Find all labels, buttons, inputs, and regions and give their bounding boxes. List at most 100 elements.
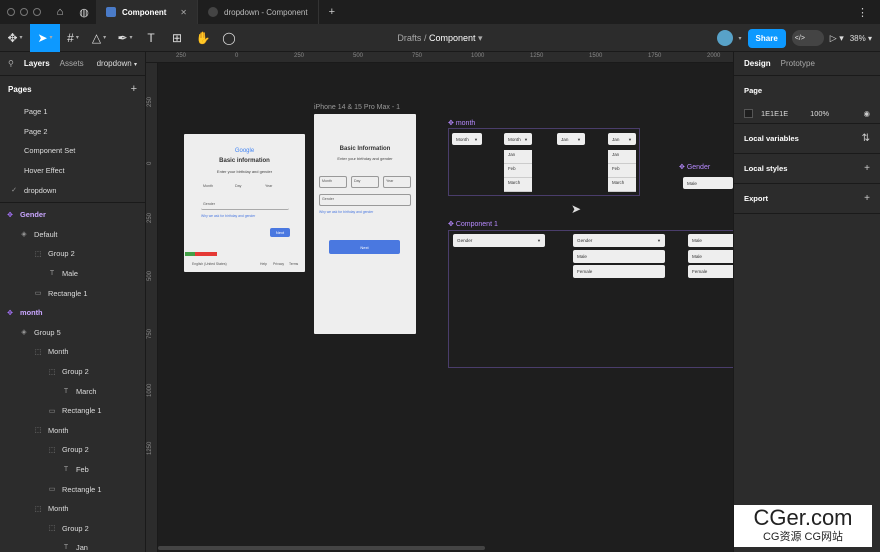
- present-play-icon[interactable]: ▷ ▾: [830, 33, 844, 44]
- layer-row[interactable]: ⬚ Month: [0, 421, 145, 441]
- window-controls[interactable]: [0, 8, 48, 16]
- month-option-jan[interactable]: Jan: [504, 150, 532, 164]
- tab-dropdown-component[interactable]: dropdown - Component: [198, 0, 319, 24]
- page-item[interactable]: ✓ dropdown: [0, 180, 145, 200]
- why-link[interactable]: Why we ask for birthday and gender: [319, 210, 373, 214]
- layer-row[interactable]: ▭ Rectangle 1: [0, 283, 145, 303]
- month-dropdown-2[interactable]: Month ▼: [504, 133, 532, 145]
- dev-mode-toggle[interactable]: </>: [791, 30, 824, 46]
- gender-component[interactable]: Male: [683, 177, 733, 189]
- globe-icon[interactable]: ◍: [72, 0, 96, 24]
- comment-tool-button[interactable]: ◯: [216, 24, 242, 52]
- terms-link[interactable]: Terms: [289, 262, 298, 266]
- local-variables-section[interactable]: Local variables ⇅: [734, 124, 880, 154]
- gender-dropdown-2[interactable]: Gender ▼: [573, 234, 665, 247]
- gender-field[interactable]: Gender: [319, 194, 411, 206]
- iphone-frame[interactable]: Basic Information Enter your birthday an…: [314, 114, 416, 334]
- month-dropdown-3[interactable]: Jan ▼: [557, 133, 585, 145]
- month-option-jan[interactable]: Jan: [608, 150, 636, 164]
- shape-tool-button[interactable]: △ ▾: [86, 24, 112, 52]
- gender-option-male[interactable]: Male: [688, 250, 733, 263]
- day-field[interactable]: Day: [233, 182, 259, 192]
- gender-dropdown-3[interactable]: Male: [688, 234, 733, 247]
- tab-component[interactable]: Component ✕: [96, 0, 198, 24]
- day-field[interactable]: Day: [351, 176, 379, 188]
- gender-option-male[interactable]: Male: [573, 250, 665, 263]
- month-field[interactable]: Month: [319, 176, 347, 188]
- tab-layers[interactable]: Layers: [24, 59, 50, 68]
- frame-tool-button[interactable]: # ▾: [60, 24, 86, 52]
- next-button[interactable]: Next: [329, 240, 400, 254]
- privacy-link[interactable]: Privacy: [273, 262, 284, 266]
- horizontal-scrollbar[interactable]: [158, 546, 485, 550]
- month-option-feb[interactable]: Feb: [504, 164, 532, 178]
- background-opacity[interactable]: 100%: [810, 109, 829, 118]
- move-tool-button[interactable]: ➤ ▾: [30, 23, 60, 52]
- layer-row[interactable]: ⬚ Group 2: [0, 362, 145, 382]
- export-section[interactable]: Export +: [734, 184, 880, 214]
- tab-design[interactable]: Design: [744, 59, 771, 68]
- language-select[interactable]: English (United States): [192, 262, 227, 266]
- layer-row[interactable]: ◈ Default: [0, 225, 145, 245]
- layer-row[interactable]: T Male: [0, 264, 145, 284]
- layer-row[interactable]: T March: [0, 381, 145, 401]
- layer-row[interactable]: ⬚ Month: [0, 499, 145, 519]
- pen-tool-button[interactable]: ✒ ▾: [112, 24, 138, 52]
- frame-label[interactable]: iPhone 14 & 15 Pro Max - 1: [314, 104, 400, 111]
- canvas[interactable]: 250 0 250 500 750 1000 1250 1500 1750 2000 250 0 25…: [146, 52, 733, 552]
- add-style-plus-icon[interactable]: +: [864, 163, 870, 174]
- month-option-feb[interactable]: Feb: [608, 164, 636, 178]
- gender-field[interactable]: Gender: [201, 200, 289, 210]
- why-link[interactable]: Why we ask for birthday and gender: [201, 214, 255, 218]
- chevron-down-icon[interactable]: ▾: [478, 33, 483, 43]
- layer-row[interactable]: ✥ month: [0, 303, 145, 323]
- hand-tool-button[interactable]: ✋: [190, 24, 216, 52]
- search-icon[interactable]: ⚲: [8, 59, 14, 68]
- gender-dropdown-1[interactable]: Gender ▼: [453, 234, 545, 247]
- breadcrumb-drafts[interactable]: Drafts: [397, 33, 421, 43]
- window-minimize-dot[interactable]: [20, 8, 28, 16]
- month-dropdown-4[interactable]: Jan ▼: [608, 133, 636, 145]
- page-item[interactable]: Hover Effect: [0, 161, 145, 181]
- next-button[interactable]: Next: [270, 228, 290, 237]
- background-hex[interactable]: 1E1E1E: [761, 109, 788, 118]
- layer-row[interactable]: ⬚ Group 2: [0, 518, 145, 538]
- layer-row[interactable]: ✥ Gender: [0, 205, 145, 225]
- month-option-march[interactable]: March: [608, 178, 636, 192]
- avatar[interactable]: [716, 30, 733, 46]
- layer-row[interactable]: ⬚ Group 2: [0, 244, 145, 264]
- layer-row[interactable]: T Jan: [0, 538, 145, 552]
- background-color-swatch[interactable]: [744, 109, 753, 118]
- layer-row[interactable]: ◈ Group 5: [0, 323, 145, 343]
- eye-icon[interactable]: ◉: [864, 109, 870, 118]
- gender-option-female[interactable]: Female: [573, 265, 665, 278]
- resources-button[interactable]: ⊞: [164, 24, 190, 52]
- chevron-down-icon[interactable]: ▾: [739, 35, 742, 42]
- layer-row[interactable]: T Feb: [0, 460, 145, 480]
- component-label[interactable]: ✥ Component 1: [448, 220, 498, 228]
- new-tab-plus-icon[interactable]: +: [319, 6, 345, 18]
- breadcrumb-file-name[interactable]: Component: [429, 33, 476, 43]
- tab-assets[interactable]: Assets: [60, 59, 84, 68]
- month-option-march[interactable]: March: [504, 178, 532, 192]
- add-page-plus-icon[interactable]: +: [131, 83, 137, 95]
- more-icon[interactable]: ⋮: [857, 6, 880, 19]
- month-dropdown-1[interactable]: Month ▼: [452, 133, 482, 145]
- component-label[interactable]: ✥ Gender: [679, 163, 710, 171]
- page-item[interactable]: Page 2: [0, 122, 145, 142]
- main-menu-button[interactable]: ✥ ▾: [0, 24, 30, 52]
- local-styles-section[interactable]: Local styles +: [734, 154, 880, 184]
- component-set-label[interactable]: ✥ month: [448, 119, 475, 127]
- page-item[interactable]: Component Set: [0, 141, 145, 161]
- layer-row[interactable]: ⬚ Month: [0, 342, 145, 362]
- layer-row[interactable]: ▭ Rectangle 1: [0, 479, 145, 499]
- page-background-row[interactable]: 1E1E1E 100% ◉: [734, 104, 880, 124]
- share-button[interactable]: Share: [747, 28, 786, 48]
- tab-prototype[interactable]: Prototype: [781, 59, 815, 68]
- add-export-plus-icon[interactable]: +: [864, 193, 870, 204]
- variables-settings-icon[interactable]: ⇅: [862, 133, 870, 144]
- gender-option-female[interactable]: Female: [688, 265, 733, 278]
- window-maximize-dot[interactable]: [33, 8, 41, 16]
- google-signup-frame[interactable]: Google Basic information Enter your birt…: [184, 134, 305, 272]
- year-field[interactable]: Year: [263, 182, 289, 192]
